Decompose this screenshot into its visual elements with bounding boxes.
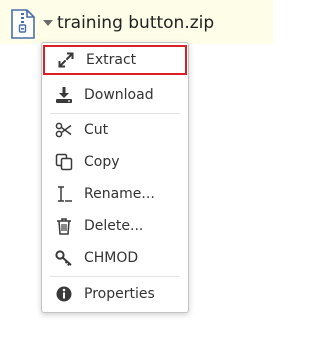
menu-item-label: CHMOD — [84, 250, 139, 266]
menu-item-download[interactable]: Download — [43, 80, 187, 110]
menu-item-copy[interactable]: Copy — [43, 147, 187, 177]
menu-item-label: Cut — [84, 122, 109, 138]
scissors-icon — [55, 121, 73, 139]
menu-item-properties[interactable]: Properties — [43, 279, 187, 309]
expand-arrows-icon — [57, 51, 75, 69]
file-entry[interactable]: training button.zip — [0, 0, 273, 44]
download-icon — [55, 86, 73, 104]
menu-divider — [50, 276, 180, 277]
zip-file-icon — [10, 9, 36, 39]
text-cursor-icon — [55, 185, 73, 203]
trash-icon — [55, 217, 73, 235]
menu-item-label: Extract — [86, 52, 137, 68]
menu-item-label: Copy — [84, 154, 120, 170]
menu-divider — [50, 113, 180, 114]
file-browser-view: training button.zip Extract Download Cut… — [0, 0, 273, 337]
menu-item-label: Download — [84, 87, 154, 103]
info-icon — [55, 285, 73, 303]
menu-item-extract[interactable]: Extract — [43, 45, 187, 75]
menu-item-label: Rename... — [84, 186, 155, 202]
chevron-down-icon[interactable] — [43, 20, 53, 26]
menu-item-cut[interactable]: Cut — [43, 115, 187, 145]
menu-item-chmod[interactable]: CHMOD — [43, 243, 187, 273]
copy-icon — [55, 153, 73, 171]
key-icon — [55, 249, 73, 267]
menu-item-rename[interactable]: Rename... — [43, 179, 187, 209]
menu-item-label: Properties — [84, 286, 155, 302]
menu-item-delete[interactable]: Delete... — [43, 211, 187, 241]
file-name[interactable]: training button.zip — [57, 13, 214, 33]
menu-item-label: Delete... — [84, 218, 144, 234]
context-menu: Extract Download Cut Copy Rename... Dele… — [41, 42, 189, 313]
